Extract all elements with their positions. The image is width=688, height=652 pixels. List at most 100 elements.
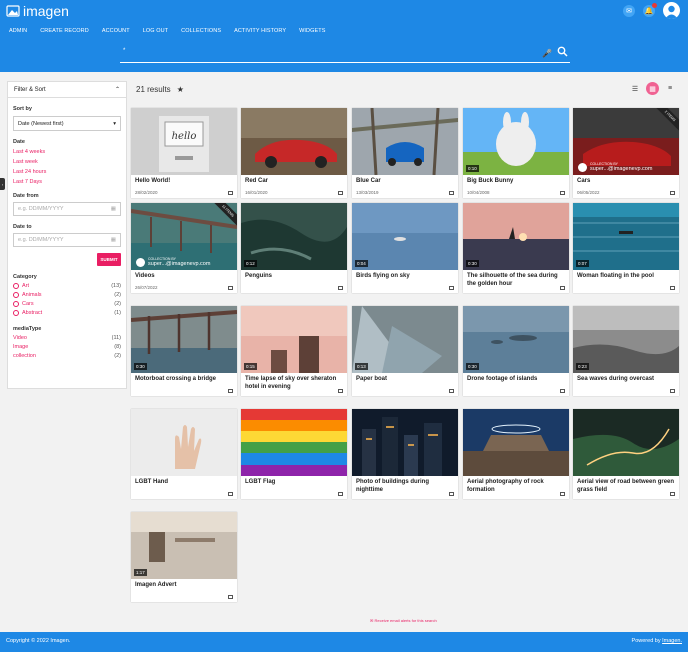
result-card[interactable]: 0:04 Birds flying on sky xyxy=(352,203,458,293)
mediatype-option[interactable]: Image (8) xyxy=(13,344,121,350)
category-option[interactable]: Animals (2) xyxy=(13,292,121,298)
card-title[interactable]: Time lapse of sky over sheraton hotel in… xyxy=(245,376,343,391)
card-title[interactable]: Videos xyxy=(135,273,233,281)
result-card[interactable]: 0:15 Time lapse of sky over sheraton hote… xyxy=(241,306,347,396)
card-title[interactable]: Cars xyxy=(577,178,675,186)
thumbnail[interactable]: 2 ITEMS COLLECTION BY super...@imagenevp.c… xyxy=(573,108,679,175)
table-view-icon[interactable]: ≡ xyxy=(664,83,676,95)
thumbnail[interactable]: 0:15 xyxy=(241,306,347,373)
category-option[interactable]: Cars (2) xyxy=(13,301,121,307)
notifications-bell-icon[interactable]: 🔔 xyxy=(643,2,657,17)
star-icon[interactable]: ★ xyxy=(177,85,184,94)
filter-header[interactable]: Filter & Sort ⌃ xyxy=(8,82,126,98)
imagen-link[interactable]: Imagen. xyxy=(662,638,682,644)
thumbnail[interactable] xyxy=(352,108,458,175)
submit-button[interactable]: SUBMIT xyxy=(97,253,121,266)
thumbnail[interactable]: 0:13 xyxy=(352,306,458,373)
thumbnail[interactable] xyxy=(241,409,347,476)
mediatype-option[interactable]: collection (2) xyxy=(13,353,121,359)
side-collapse-tab[interactable]: › xyxy=(0,178,5,190)
thumbnail[interactable]: 1:17 xyxy=(131,512,237,579)
nav-item[interactable]: COLLECTIONS xyxy=(181,28,221,34)
email-alerts-link[interactable]: ✉ Receive email alerts for this search xyxy=(370,618,437,623)
mediatype-option[interactable]: Video (11) xyxy=(13,335,121,341)
card-title[interactable]: LGBT Hand xyxy=(135,479,233,487)
card-title[interactable]: Drone footage of islands xyxy=(467,376,565,384)
date-filter-link[interactable]: Last 7 Days xyxy=(13,179,121,185)
date-to-input[interactable]: e.g. DD/MM/YYYY ▦ xyxy=(13,233,121,247)
card-title[interactable]: Big Buck Bunny xyxy=(467,178,565,186)
nav-item[interactable]: WIDGETS xyxy=(299,28,325,34)
card-title[interactable]: Blue Car xyxy=(356,178,454,186)
category-option[interactable]: Abstract (1) xyxy=(13,310,121,316)
calendar-icon[interactable]: ▦ xyxy=(111,206,116,212)
nav-item[interactable]: ACTIVITY HISTORY xyxy=(234,28,286,34)
result-card[interactable]: 0:23 Sea waves during overcast xyxy=(573,306,679,396)
messages-icon[interactable]: ✉ xyxy=(623,4,635,17)
result-card[interactable]: 0:30 Drone footage of islands xyxy=(463,306,569,396)
card-title[interactable]: The silhouette of the sea during the gol… xyxy=(467,273,565,288)
date-filter-link[interactable]: Last week xyxy=(13,159,121,165)
thumbnail[interactable]: 0:23 xyxy=(573,306,679,373)
search-input[interactable]: * 🎤 xyxy=(120,46,570,63)
thumbnail[interactable]: 0:07 xyxy=(573,203,679,270)
radio-icon[interactable] xyxy=(13,310,19,316)
nav-item[interactable]: ADMIN xyxy=(9,28,27,34)
list-view-icon[interactable]: ☰ xyxy=(629,83,641,95)
card-title[interactable]: Hello World! xyxy=(135,178,233,186)
microphone-icon[interactable]: 🎤 xyxy=(542,49,552,58)
result-card[interactable]: Aerial photography of rock formation xyxy=(463,409,569,499)
date-filter-link[interactable]: Last 24 hours xyxy=(13,169,121,175)
thumbnail[interactable] xyxy=(463,409,569,476)
result-card[interactable]: 1:17 Imagen Advert xyxy=(131,512,237,602)
result-card[interactable]: LGBT Hand xyxy=(131,409,237,499)
card-title[interactable]: Penguins xyxy=(245,273,343,281)
card-title[interactable]: LGBT Flag xyxy=(245,479,343,487)
result-card[interactable]: Red Car 16/01/2020 xyxy=(241,108,347,198)
thumbnail[interactable] xyxy=(241,108,347,175)
thumbnail[interactable]: 0:12 xyxy=(241,203,347,270)
result-card[interactable]: Blue Car 13/03/2019 xyxy=(352,108,458,198)
thumbnail[interactable]: 0:30 xyxy=(463,203,569,270)
radio-icon[interactable] xyxy=(13,283,19,289)
result-card[interactable]: hello Hello World! 28/02/2020 xyxy=(131,108,237,198)
date-filter-link[interactable]: Last 4 weeks xyxy=(13,149,121,155)
category-option[interactable]: Art (13) xyxy=(13,283,121,289)
thumbnail[interactable]: 0:10 xyxy=(463,108,569,175)
date-from-input[interactable]: e.g. DD/MM/YYYY ▦ xyxy=(13,202,121,216)
thumbnail[interactable]: 0:30 xyxy=(463,306,569,373)
card-title[interactable]: Sea waves during overcast xyxy=(577,376,675,384)
result-card[interactable]: 11 ITEMS COLLECTION BY super...@imagenevp.… xyxy=(131,203,237,293)
brand-logo[interactable]: imagen xyxy=(6,3,69,19)
card-title[interactable]: Red Car xyxy=(245,178,343,186)
calendar-icon[interactable]: ▦ xyxy=(111,237,116,243)
nav-item[interactable]: CREATE RECORD xyxy=(40,28,89,34)
chevron-up-icon[interactable]: ⌃ xyxy=(115,86,120,93)
sort-select[interactable]: Date (Newest first) ▾ xyxy=(13,116,121,131)
radio-icon[interactable] xyxy=(13,292,19,298)
result-card[interactable]: LGBT Flag xyxy=(241,409,347,499)
thumbnail[interactable] xyxy=(352,409,458,476)
search-icon[interactable] xyxy=(557,46,568,59)
thumbnail[interactable] xyxy=(131,409,237,476)
card-title[interactable]: Aerial photography of rock formation xyxy=(467,479,565,494)
user-avatar[interactable] xyxy=(663,2,680,19)
thumbnail[interactable]: 0:04 xyxy=(352,203,458,270)
card-title[interactable]: Birds flying on sky xyxy=(356,273,454,281)
result-card[interactable]: Aerial view of road between green grass … xyxy=(573,409,679,499)
card-title[interactable]: Photo of buildings during nighttime xyxy=(356,479,454,494)
result-card[interactable]: 0:13 Paper boat xyxy=(352,306,458,396)
result-card[interactable]: 0:30 The silhouette of the sea during the… xyxy=(463,203,569,293)
thumbnail[interactable]: hello xyxy=(131,108,237,175)
radio-icon[interactable] xyxy=(13,301,19,307)
thumbnail[interactable]: 0:30 xyxy=(131,306,237,373)
result-card[interactable]: 2 ITEMS COLLECTION BY super...@imagenevp.c… xyxy=(573,108,679,198)
nav-item[interactable]: ACCOUNT xyxy=(102,28,130,34)
result-card[interactable]: 0:30 Motorboat crossing a bridge xyxy=(131,306,237,396)
card-title[interactable]: Imagen Advert xyxy=(135,582,233,590)
thumbnail[interactable]: 11 ITEMS COLLECTION BY super...@imagenevp.… xyxy=(131,203,237,270)
card-title[interactable]: Aerial view of road between green grass … xyxy=(577,479,675,494)
result-card[interactable]: 0:10 Big Buck Bunny 10/04/2008 xyxy=(463,108,569,198)
result-card[interactable]: 0:12 Penguins xyxy=(241,203,347,293)
card-title[interactable]: Motorboat crossing a bridge xyxy=(135,376,233,384)
